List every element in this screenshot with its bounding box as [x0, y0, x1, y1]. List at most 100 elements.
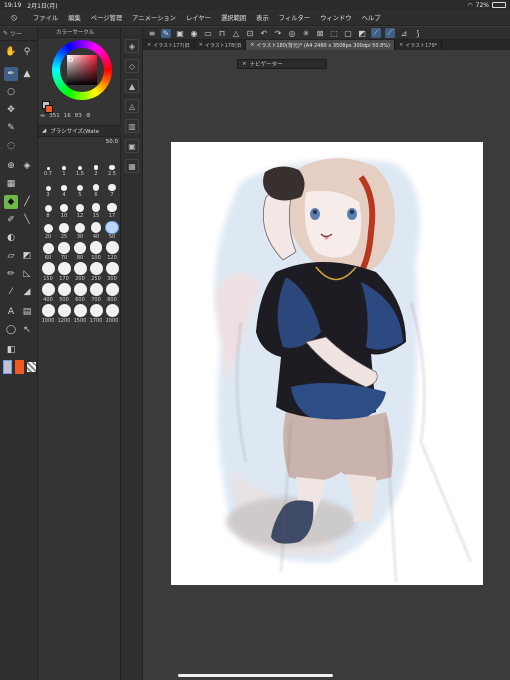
layer-stack-icon[interactable]: ◈	[125, 39, 139, 53]
frame-icon[interactable]: ▤	[20, 305, 34, 319]
color-picker-handle[interactable]	[68, 57, 73, 62]
close-icon[interactable]: ×	[147, 42, 151, 48]
brush-size-option[interactable]: 30	[72, 220, 88, 240]
brush-size-option[interactable]: 17	[104, 199, 120, 219]
export-icon[interactable]: ⊡	[245, 29, 255, 38]
brush-size-option[interactable]: 8	[40, 199, 56, 219]
brush-size-option[interactable]: 800	[104, 283, 120, 303]
select-layer-icon[interactable]: ⊕	[4, 159, 18, 173]
clip-studio-logo-icon[interactable]: ⦸	[6, 13, 22, 23]
gallery-icon[interactable]: ▣	[175, 29, 185, 38]
zoom-icon[interactable]: ⚲	[20, 45, 34, 59]
gradient-icon[interactable]: ◐	[4, 231, 18, 245]
redo-icon[interactable]: ↷	[273, 29, 283, 38]
menu-filter[interactable]: フィルター	[274, 13, 315, 22]
brush-size-value[interactable]: 50.0	[78, 139, 118, 145]
brush-icon[interactable]: ✐	[4, 213, 18, 227]
brush-size-option[interactable]: 6	[88, 178, 104, 198]
camera-icon[interactable]: ◉	[189, 29, 199, 38]
brush-size-option[interactable]: 500	[56, 283, 72, 303]
close-icon[interactable]: ×	[250, 42, 254, 48]
tab-document-active[interactable]: × イラスト180(背元)* (A4 2480 x 3508px 300dpi 5…	[246, 40, 396, 50]
brush-size-option[interactable]: 250	[88, 262, 104, 282]
menu-layer[interactable]: レイヤー	[181, 13, 216, 22]
ruler-snap-icon[interactable]: ⟋	[385, 28, 395, 38]
save-icon[interactable]: △	[231, 29, 241, 38]
saturation-value-square[interactable]	[67, 55, 97, 85]
transform-icon[interactable]: ✳	[301, 29, 311, 38]
close-icon[interactable]: ×	[199, 42, 203, 48]
crop-icon[interactable]: ⊠	[315, 29, 325, 38]
brush-size-option[interactable]: 0.7	[40, 157, 56, 177]
eyedropper-icon[interactable]: ✎	[4, 121, 18, 135]
brush-size-option[interactable]: 120	[104, 241, 120, 261]
brush-size-option[interactable]: 150	[40, 262, 56, 282]
brush-size-option[interactable]: 400	[40, 283, 56, 303]
brush-size-option[interactable]: 700	[88, 283, 104, 303]
blend-icon[interactable]: ◈	[20, 159, 34, 173]
text-icon[interactable]: A	[4, 305, 18, 319]
brush-size-option[interactable]: 2.5	[104, 157, 120, 177]
brush-size-option[interactable]: 20	[40, 220, 56, 240]
undo-icon[interactable]: ↶	[259, 29, 269, 38]
menu-file[interactable]: ファイル	[28, 13, 63, 22]
brush-size-option[interactable]: 1.5	[72, 157, 88, 177]
pencil-icon[interactable]: ╱	[20, 195, 34, 209]
reference-icon[interactable]: ⟆	[413, 29, 423, 38]
open-icon[interactable]: ⊓	[217, 29, 227, 38]
brush-size-option[interactable]: 1000	[40, 304, 56, 324]
edit-icon[interactable]: ✎	[161, 28, 171, 38]
home-indicator[interactable]	[178, 674, 333, 677]
pattern-icon[interactable]: ▦	[4, 177, 18, 191]
menu-edit[interactable]: 編集	[63, 13, 86, 22]
transparent-color-swatch[interactable]	[27, 362, 36, 372]
drawing-canvas[interactable]	[171, 142, 483, 585]
close-icon[interactable]: ×	[242, 61, 247, 67]
brush-size-option[interactable]: 15	[88, 199, 104, 219]
pen-tool-icon[interactable]: ✒	[4, 67, 18, 81]
brush-size-option[interactable]: 1500	[72, 304, 88, 324]
select-all-icon[interactable]: ⬚	[329, 29, 339, 38]
brush-size-option[interactable]: 2000	[104, 304, 120, 324]
main-color-swatch[interactable]	[3, 360, 12, 374]
balloon-icon[interactable]: ◯	[4, 323, 18, 337]
brush-size-option[interactable]: 4	[56, 178, 72, 198]
tab-document[interactable]: × イラスト177(旧	[143, 40, 195, 50]
brush-size-option[interactable]: 1200	[56, 304, 72, 324]
subview-icon[interactable]: ▲	[125, 79, 139, 93]
brush-size-option[interactable]: 200	[72, 262, 88, 282]
navigator-panel[interactable]: × ナビゲーター	[237, 59, 327, 69]
fill-tool-icon[interactable]: ◆	[4, 195, 18, 209]
bucket-icon[interactable]: ▲	[20, 67, 34, 81]
menu-selection[interactable]: 選択範囲	[216, 13, 251, 22]
color-swap-icon[interactable]: ◧	[4, 343, 18, 357]
fill-bucket-icon[interactable]: ◩	[20, 249, 34, 263]
brush-size-option[interactable]: 3	[40, 178, 56, 198]
history-icon[interactable]: ▣	[125, 139, 139, 153]
lasso-icon[interactable]: ◌	[4, 139, 18, 153]
figure-icon[interactable]: ✏	[4, 267, 18, 281]
brush-size-option[interactable]: 300	[104, 262, 120, 282]
ruler-icon[interactable]: ◺	[20, 267, 34, 281]
brush-size-option[interactable]: 25	[56, 220, 72, 240]
eraser-icon[interactable]: ▱	[4, 249, 18, 263]
blur-icon[interactable]: ◢	[20, 285, 34, 299]
close-icon[interactable]: ×	[399, 42, 403, 48]
search-icon[interactable]: ○	[4, 85, 18, 99]
brush-size-option[interactable]: 170	[56, 262, 72, 282]
menu-page[interactable]: ページ管理	[86, 13, 127, 22]
canvas-workspace[interactable]: × ナビゲーター	[143, 50, 510, 680]
dropper-icon[interactable]: ⁄	[4, 285, 18, 299]
brush-size-option[interactable]: 60	[40, 241, 56, 261]
perspective-icon[interactable]: ⊿	[399, 29, 409, 38]
new-file-icon[interactable]: ▭	[203, 29, 213, 38]
menu-view[interactable]: 表示	[251, 13, 274, 22]
snap-icon[interactable]: ⟋	[371, 28, 381, 38]
operation-icon[interactable]: ↖	[20, 323, 34, 337]
invert-selection-icon[interactable]: ◩	[357, 29, 367, 38]
menu-hamburger-icon[interactable]: ≡	[147, 29, 157, 38]
menu-animation[interactable]: アニメーション	[127, 13, 181, 22]
material-icon[interactable]: ▥	[125, 119, 139, 133]
brush-size-option[interactable]: 1	[56, 157, 72, 177]
line-icon[interactable]: ╲	[20, 213, 34, 227]
